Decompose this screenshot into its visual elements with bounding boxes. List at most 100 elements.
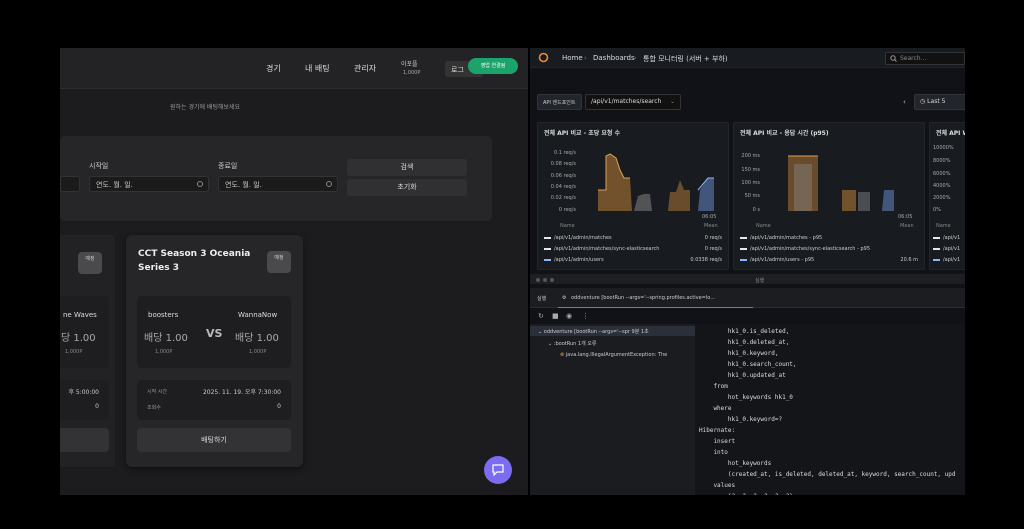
legend-header-mean: Mean	[900, 223, 914, 229]
latency-area-blue	[882, 190, 894, 211]
legend-value: 0.0338 req/s	[690, 257, 722, 263]
bettor-count: 0	[95, 403, 99, 410]
bet-button[interactable]: 배팅하기	[137, 428, 291, 452]
legend-item[interactable]: /api/v1/admin/users - p95	[740, 257, 814, 263]
legend-swatch	[933, 258, 940, 261]
tree-item-root[interactable]: ⌄ oddventure [bootRun --args='--spr 9분 1…	[538, 328, 649, 335]
window-close-dot[interactable]	[536, 278, 540, 282]
console-line: hk1_0.is_deleted,	[699, 328, 790, 335]
console-line: into	[699, 449, 728, 456]
more-icon[interactable]: ⋮	[582, 312, 589, 320]
chevron-left-icon[interactable]: ‹	[903, 98, 906, 106]
search-button[interactable]: 검색	[347, 159, 467, 176]
end-date-placeholder: 연도. 월. 일.	[225, 181, 262, 189]
eye-icon[interactable]: ◉	[566, 312, 572, 320]
bet-button-partial[interactable]	[60, 428, 109, 452]
status-pill[interactable]: 영업 연결됨	[468, 58, 518, 74]
panel-title: 전체 API W	[936, 130, 965, 137]
team-a-name: boosters	[148, 311, 179, 319]
legend-value: 20.6 m	[900, 257, 918, 263]
calendar-icon[interactable]	[326, 181, 332, 187]
team-b-points: 1,000P	[249, 349, 267, 355]
search-input[interactable]: Search...	[885, 52, 965, 65]
reset-button[interactable]: 초기화	[347, 179, 467, 196]
nav-my-bets[interactable]: 내 배팅	[305, 63, 330, 74]
legend-item[interactable]: /api/v1	[933, 235, 960, 241]
screen-recording: 경기 내 배팅 관리자 이포플 1,000P 로그 영업 연결됨 원하는 경기에…	[60, 0, 965, 529]
start-date-input[interactable]: 연도. 월. 일.	[89, 176, 209, 192]
api-endpoint-select[interactable]: /api/v1/matches/search ⌄	[585, 94, 681, 110]
page-hint: 원하는 경기에 배팅해보세요	[170, 104, 241, 111]
y-tick: 0 req/s	[558, 207, 576, 213]
betting-app: 경기 내 배팅 관리자 이포플 1,000P 로그 영업 연결됨 원하는 경기에…	[60, 48, 528, 495]
legend-label: /api/v1/admin/users - p95	[750, 257, 815, 263]
breadcrumb-home[interactable]: Home	[562, 54, 583, 62]
legend-label: /api/v1	[943, 235, 961, 241]
tab-run-config[interactable]: oddventure [bootRun --args='--spring.pro…	[571, 295, 715, 301]
legend-item[interactable]: /api/v1/admin/matches/sync-elasticsearch…	[740, 246, 870, 252]
legend-swatch	[740, 236, 747, 239]
team-b-name: WannaNow	[238, 311, 278, 319]
rerun-icon[interactable]: ↻	[538, 312, 544, 320]
match-info-box: 시작 시간 2025. 11. 19. 오후 7:30:00 조회수 0	[137, 380, 291, 420]
chat-button[interactable]	[484, 456, 512, 484]
start-time-value: 2025. 11. 19. 오후 7:30:00	[202, 389, 281, 396]
legend-item[interactable]: /api/v1/admin/matches/sync-elasticsearch	[544, 246, 659, 252]
legend-item[interactable]: /api/v1/admin/matches - p95	[740, 235, 822, 241]
team-points: 1,000P	[65, 349, 83, 355]
nav-admin[interactable]: 관리자	[354, 63, 376, 74]
panel-partial[interactable]: 전체 API W 10000% 8000% 6000% 4000% 2000% …	[929, 122, 965, 270]
breadcrumb-dashboard-title: 통합 모니터링 (서버 + 부하)	[643, 55, 728, 63]
console-line: hk1_0.keyword,	[699, 350, 779, 357]
match-box: boosters WannaNow 배당 1.00 배당 1.00 VS 1,0…	[137, 296, 291, 368]
breadcrumb-dashboards[interactable]: Dashboards	[593, 54, 635, 62]
panel-requests-per-second[interactable]: 전체 API 비교 - 초당 요청 수 0.1 req/s 0.08 req/s…	[537, 122, 729, 270]
gradle-icon: ⚙	[562, 295, 567, 301]
y-tick: 0.08 req/s	[550, 161, 576, 167]
grafana-logo-icon[interactable]	[538, 52, 549, 63]
latency-block-orange-2	[842, 190, 856, 211]
clock-icon: ◷	[920, 98, 926, 105]
legend-header-name: Name	[560, 223, 575, 229]
window-zoom-dot[interactable]	[550, 278, 554, 282]
start-date-placeholder: 연도. 월. 일.	[96, 181, 133, 189]
legend-label: /api/v1/admin/matches	[554, 235, 612, 241]
points-label: 이포플	[401, 61, 418, 68]
end-date-input[interactable]: 연도. 월. 일.	[218, 176, 338, 192]
console-line: hk1_0.search_count,	[699, 361, 797, 368]
console-output[interactable]: hk1_0.is_deleted, hk1_0.deleted_at, hk1_…	[695, 324, 965, 495]
partial-date-input[interactable]	[60, 176, 80, 192]
console-line: from	[699, 383, 728, 390]
y-tick: 0.06 req/s	[550, 173, 576, 179]
legend-item[interactable]: /api/v1	[933, 246, 960, 252]
console-line: insert	[699, 438, 736, 445]
stop-icon[interactable]: ■	[552, 312, 559, 320]
team-b-odds[interactable]: 배당 1.00	[235, 329, 279, 344]
tree-item-bootrun[interactable]: ⌄ :bootRun 1개 오류	[548, 340, 596, 347]
legend-value: 0 req/s	[704, 235, 722, 241]
y-tick: 6000%	[933, 171, 951, 177]
window-minimize-dot[interactable]	[543, 278, 547, 282]
console-line: hk1_0.deleted_at,	[699, 339, 790, 346]
legend-label: /api/v1/admin/matches/sync-elasticsearch…	[750, 246, 870, 252]
tab-run[interactable]: 실행	[537, 295, 546, 302]
tree-label: :bootRun 1개 오류	[553, 341, 597, 347]
latency-timeseries-chart	[788, 155, 894, 211]
legend-header-name: Name	[936, 223, 951, 229]
legend-header-name: Name	[756, 223, 771, 229]
y-tick: 8000%	[933, 158, 951, 164]
app-navbar: 경기 내 배팅 관리자 이포플 1,000P 로그 영업 연결됨	[60, 48, 528, 89]
views-value: 0	[277, 403, 281, 410]
tree-item-exception[interactable]: ⊗ java.lang.IllegalArgumentException: Th…	[560, 352, 667, 358]
calendar-icon[interactable]	[197, 181, 203, 187]
split-divider[interactable]	[528, 48, 530, 495]
legend-header-mean: Mean	[704, 223, 718, 229]
time-range-picker[interactable]: ‹ ◷ Last 5	[903, 94, 965, 110]
nav-matches[interactable]: 경기	[266, 63, 281, 74]
panel-response-time-p95[interactable]: 전체 API 비교 - 응답 시간 (p95) 200 ms 150 ms 10…	[733, 122, 925, 270]
legend-value: 0 req/s	[704, 246, 722, 252]
team-a-odds[interactable]: 배당 1.00	[144, 329, 188, 344]
legend-item[interactable]: /api/v1	[933, 257, 960, 263]
legend-item[interactable]: /api/v1/admin/users	[544, 257, 604, 263]
legend-item[interactable]: /api/v1/admin/matches	[544, 235, 612, 241]
